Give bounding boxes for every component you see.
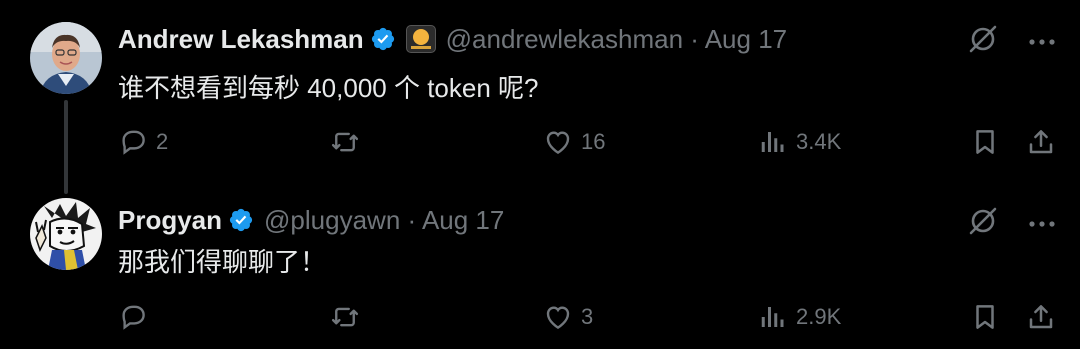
share-button[interactable] xyxy=(1026,122,1056,162)
avatar[interactable] xyxy=(30,198,102,270)
like-icon xyxy=(546,131,570,155)
action-bar: 2 16 3.4K xyxy=(0,122,1080,162)
verified-badge-icon xyxy=(370,26,396,52)
reply-icon xyxy=(122,305,145,330)
affiliate-badge-icon[interactable] xyxy=(405,25,436,53)
like-count: 16 xyxy=(581,129,606,154)
tweet-top-actions xyxy=(968,206,1056,241)
tweet-top-actions xyxy=(968,24,1056,59)
reply-button[interactable]: 2 xyxy=(118,122,168,162)
share-icon xyxy=(1029,305,1053,329)
reply-count: 2 xyxy=(156,129,169,154)
tweet-header: Andrew Lekashman @andrewlekashman · Aug … xyxy=(118,22,787,56)
views-button[interactable]: 3.4K xyxy=(758,122,841,162)
share-icon xyxy=(1029,130,1053,154)
bookmark-icon xyxy=(976,130,994,154)
like-button[interactable]: 16 xyxy=(543,122,605,162)
view-count: 3.4K xyxy=(796,129,842,154)
views-icon xyxy=(761,307,784,327)
reply-button[interactable] xyxy=(118,297,156,337)
avatar[interactable] xyxy=(30,22,102,94)
handle-and-date[interactable]: @plugyawn · Aug 17 xyxy=(264,205,504,236)
bookmark-icon xyxy=(976,305,994,329)
tweet-text: 谁不想看到每秒 40,000 个 token 呢? xyxy=(118,73,539,103)
action-bar: 3 2.9K xyxy=(0,297,1080,337)
retweet-button[interactable] xyxy=(330,122,360,162)
like-button[interactable]: 3 xyxy=(543,297,593,337)
grok-icon[interactable] xyxy=(968,24,998,59)
verified-badge-icon xyxy=(228,207,254,233)
views-icon xyxy=(761,132,784,152)
like-count: 3 xyxy=(581,304,594,329)
reply-icon xyxy=(122,130,145,155)
bookmark-button[interactable] xyxy=(970,297,1000,337)
more-icon[interactable] xyxy=(1028,33,1056,51)
share-button[interactable] xyxy=(1026,297,1056,337)
tweet-text: 那我们得聊聊了！ xyxy=(118,247,327,277)
like-icon xyxy=(546,306,570,330)
view-count: 2.9K xyxy=(796,304,842,329)
retweet-icon xyxy=(331,307,359,327)
grok-icon[interactable] xyxy=(968,206,998,241)
more-icon[interactable] xyxy=(1028,215,1056,233)
display-name[interactable]: Andrew Lekashman xyxy=(118,24,364,55)
handle-and-date[interactable]: @andrewlekashman · Aug 17 xyxy=(446,24,787,55)
retweet-button[interactable] xyxy=(330,297,360,337)
tweet[interactable]: Progyan @plugyawn · Aug 17 那我们得聊聊了！ 3 2.… xyxy=(0,190,1080,349)
views-button[interactable]: 2.9K xyxy=(758,297,841,337)
display-name[interactable]: Progyan xyxy=(118,205,222,236)
bookmark-button[interactable] xyxy=(970,122,1000,162)
retweet-icon xyxy=(331,132,359,152)
tweet-header: Progyan @plugyawn · Aug 17 xyxy=(118,203,504,237)
tweet[interactable]: Andrew Lekashman @andrewlekashman · Aug … xyxy=(0,0,1080,194)
